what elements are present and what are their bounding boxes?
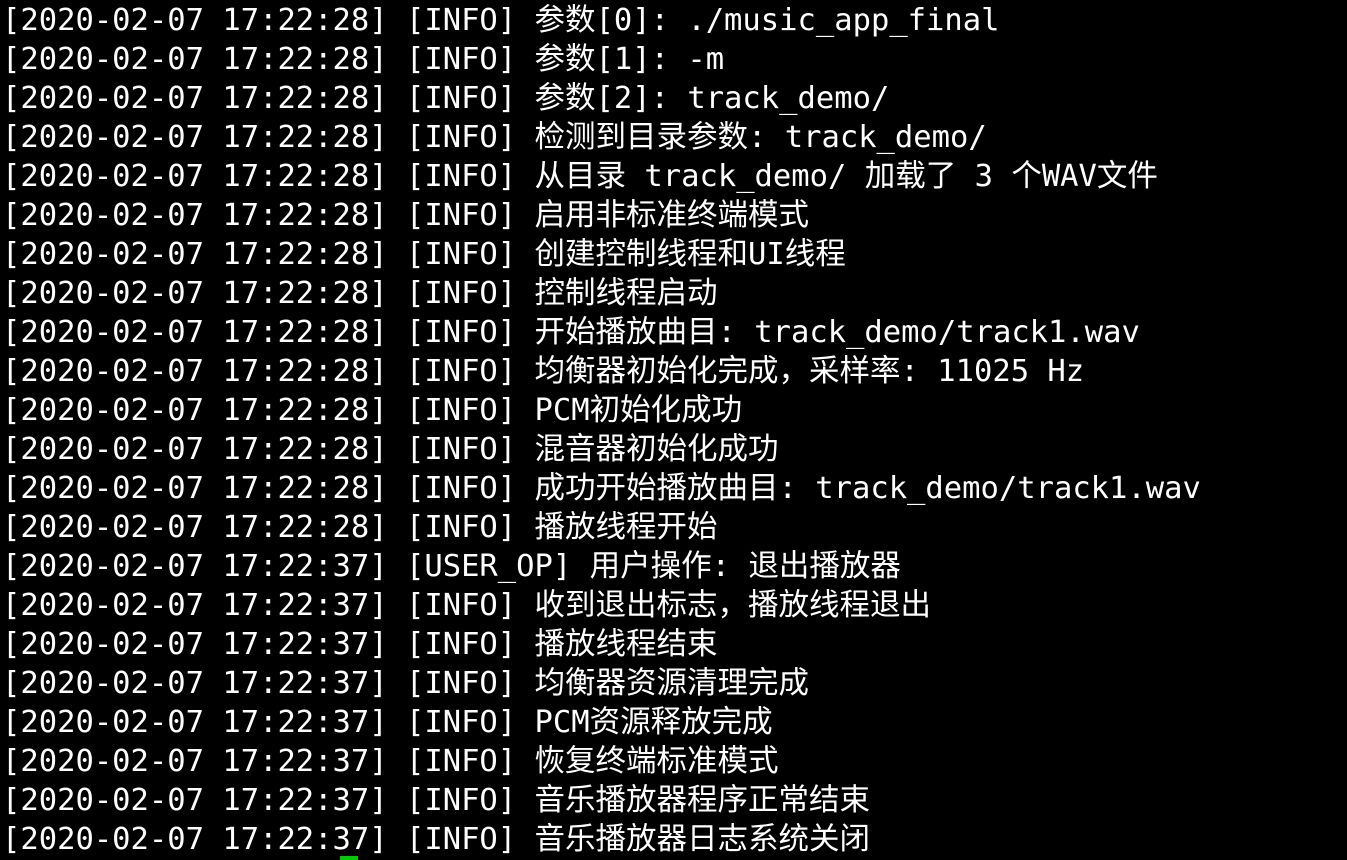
log-line: [2020-02-07 17:22:28] [INFO] 创建控制线程和UI线程 [2, 237, 846, 272]
log-line: [2020-02-07 17:22:28] [INFO] 混音器初始化成功 [2, 432, 779, 467]
log-line: [2020-02-07 17:22:37] [INFO] 收到退出标志，播放线程… [2, 588, 932, 623]
log-line: [2020-02-07 17:22:28] [INFO] 启用非标准终端模式 [2, 198, 810, 233]
log-line: [2020-02-07 17:22:28] [INFO] 参数[2]: trac… [2, 81, 890, 116]
log-line: [2020-02-07 17:22:37] [INFO] 音乐播放器日志系统关闭 [2, 822, 871, 857]
log-line: [2020-02-07 17:22:37] [INFO] 均衡器资源清理完成 [2, 666, 810, 701]
log-line: [2020-02-07 17:22:37] [INFO] 恢复终端标准模式 [2, 744, 779, 779]
terminal-cursor [340, 856, 358, 860]
log-line: [2020-02-07 17:22:28] [INFO] 从目录 track_d… [2, 159, 1158, 194]
log-line: [2020-02-07 17:22:28] [INFO] 参数[1]: -m [2, 42, 725, 77]
log-line: [2020-02-07 17:22:28] [INFO] 参数[0]: ./mu… [2, 3, 1000, 38]
log-line: [2020-02-07 17:22:28] [INFO] 控制线程启动 [2, 276, 718, 311]
log-line: [2020-02-07 17:22:37] [INFO] 音乐播放器程序正常结束 [2, 783, 871, 818]
log-line: [2020-02-07 17:22:28] [INFO] 开始播放曲目: tra… [2, 315, 1140, 350]
log-line: [2020-02-07 17:22:28] [INFO] 成功开始播放曲目: t… [2, 471, 1201, 506]
log-line: [2020-02-07 17:22:28] [INFO] 检测到目录参数: tr… [2, 120, 987, 155]
log-line: [2020-02-07 17:22:37] [USER_OP] 用户操作: 退出… [2, 549, 901, 584]
log-line: [2020-02-07 17:22:37] [INFO] PCM资源释放完成 [2, 705, 773, 740]
terminal-output[interactable]: [2020-02-07 17:22:28] [INFO] 参数[0]: ./mu… [0, 0, 1347, 860]
log-line: [2020-02-07 17:22:28] [INFO] 播放线程开始 [2, 510, 718, 545]
log-line: [2020-02-07 17:22:28] [INFO] PCM初始化成功 [2, 393, 743, 428]
log-line: [2020-02-07 17:22:37] [INFO] 播放线程结束 [2, 627, 718, 662]
log-line: [2020-02-07 17:22:28] [INFO] 均衡器初始化完成，采样… [2, 354, 1085, 389]
